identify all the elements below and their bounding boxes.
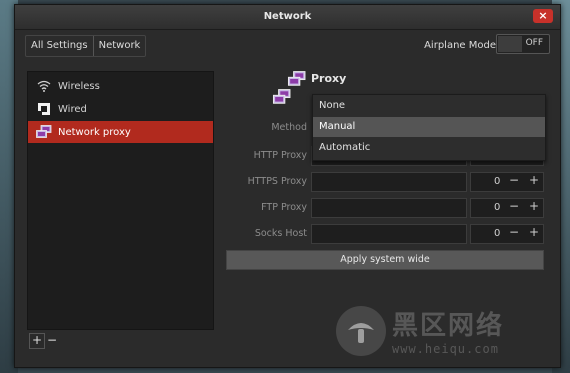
breadcrumb: All Settings Network [25,35,147,57]
method-dropdown-menu[interactable]: None Manual Automatic [312,94,546,161]
socks-host-input[interactable] [311,224,467,244]
port-value: 0 [494,202,501,213]
apply-system-wide-button[interactable]: Apply system wide [226,250,544,270]
proxy-title: Proxy [311,72,347,85]
method-option-automatic[interactable]: Automatic [313,138,545,158]
close-button[interactable]: × [533,9,553,23]
add-remove-controls: + − [29,333,59,349]
method-option-none[interactable]: None [313,96,545,116]
sidebar-item-network-proxy[interactable]: Network proxy [28,121,213,143]
sidebar-item-label: Wired [58,103,87,115]
port-decrement-button[interactable]: − [509,173,519,187]
remove-connection-button[interactable]: − [45,334,59,348]
watermark-text-group: 黑区网络 www.heiqu.com [392,305,504,356]
title-bar[interactable]: Network × [15,5,560,30]
https-proxy-label: HTTPS Proxy [247,176,307,187]
airplane-mode-toggle[interactable]: OFF [496,34,550,54]
breadcrumb-all-settings[interactable]: All Settings [26,36,93,56]
https-port-stepper[interactable]: 0 − + [470,172,544,192]
port-increment-button[interactable]: + [529,225,539,239]
wired-icon [36,101,52,117]
sidebar-item-label: Network proxy [58,126,131,138]
toolbar: All Settings Network Airplane Mode OFF [15,30,560,60]
connection-sidebar: Wireless Wired Network proxy [27,71,214,330]
proxy-icon [36,124,52,140]
port-decrement-button[interactable]: − [509,199,519,213]
socks-host-label: Socks Host [254,228,307,239]
sidebar-item-wireless[interactable]: Wireless [28,75,213,97]
method-label: Method [271,122,307,133]
add-connection-button[interactable]: + [29,333,45,349]
mushroom-logo-icon [336,305,386,356]
wifi-icon [36,78,52,94]
proxy-header-icon [287,71,307,90]
airplane-mode-label: Airplane Mode [424,40,496,51]
port-decrement-button[interactable]: − [509,225,519,239]
http-proxy-label: HTTP Proxy [253,150,307,161]
window-title: Network [263,11,312,22]
port-value: 0 [494,176,501,187]
toggle-state: OFF [525,38,543,48]
port-increment-button[interactable]: + [529,199,539,213]
ftp-proxy-input[interactable] [311,198,467,218]
breadcrumb-network[interactable]: Network [92,36,146,56]
proxy-icon [272,89,292,108]
toggle-knob [498,36,522,52]
port-increment-button[interactable]: + [529,173,539,187]
ftp-port-stepper[interactable]: 0 − + [470,198,544,218]
sidebar-item-label: Wireless [58,80,100,92]
https-proxy-input[interactable] [311,172,467,192]
sidebar-item-wired[interactable]: Wired [28,98,213,120]
watermark: 黑区网络 www.heiqu.com [336,305,504,356]
ftp-proxy-label: FTP Proxy [261,202,307,213]
socks-port-stepper[interactable]: 0 − + [470,224,544,244]
method-option-manual[interactable]: Manual [313,117,545,137]
watermark-url: www.heiqu.com [392,342,499,356]
port-value: 0 [494,228,501,239]
watermark-title: 黑区网络 [392,311,505,341]
